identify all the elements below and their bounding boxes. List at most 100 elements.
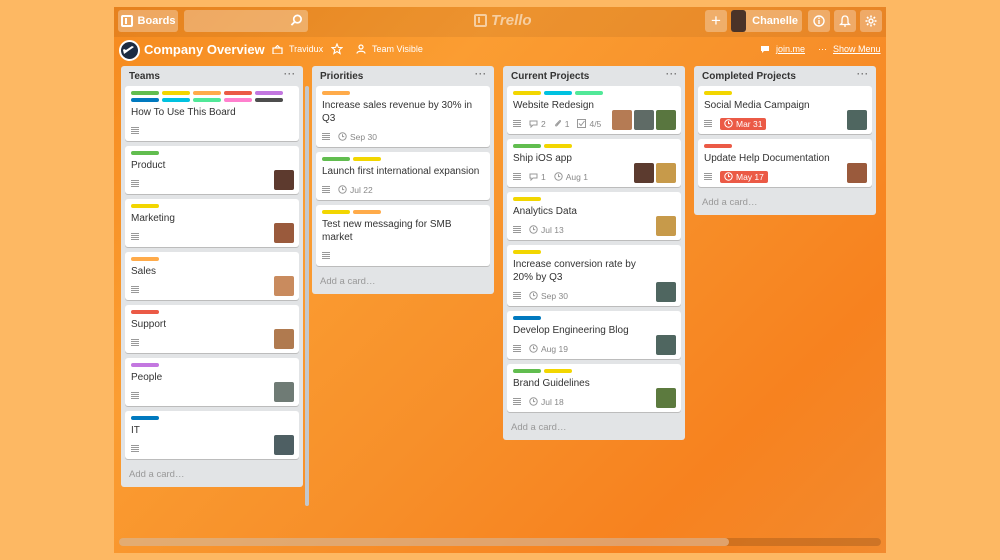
card[interactable]: Marketing bbox=[125, 199, 299, 247]
label-pink[interactable] bbox=[224, 98, 252, 102]
member-avatar[interactable] bbox=[847, 163, 867, 183]
add-button[interactable]: + bbox=[705, 10, 727, 32]
card[interactable]: Brand Guidelines Jul 18 bbox=[507, 364, 681, 412]
label-green[interactable] bbox=[513, 369, 541, 373]
card[interactable]: Analytics Data Jul 13 bbox=[507, 192, 681, 240]
member-avatar[interactable] bbox=[274, 276, 294, 296]
list-priorities[interactable]: Priorities ··· Increase sales revenue by 3… bbox=[312, 66, 494, 294]
label-yellow[interactable] bbox=[513, 250, 541, 254]
label-blue[interactable] bbox=[513, 316, 541, 320]
list-menu-icon[interactable]: ··· bbox=[857, 69, 869, 79]
label-sky[interactable] bbox=[544, 91, 572, 95]
label-purple[interactable] bbox=[131, 363, 159, 367]
label-green[interactable] bbox=[513, 144, 541, 148]
info-button[interactable] bbox=[808, 10, 830, 32]
card[interactable]: Update Help Documentation May 17 bbox=[698, 139, 872, 187]
member-avatar[interactable] bbox=[656, 110, 676, 130]
member-avatar[interactable] bbox=[274, 329, 294, 349]
label-red[interactable] bbox=[224, 91, 252, 95]
label-yellow[interactable] bbox=[544, 144, 572, 148]
label-purple[interactable] bbox=[255, 91, 283, 95]
card[interactable]: Ship iOS app 1 Aug 1 bbox=[507, 139, 681, 187]
card[interactable]: Launch first international expansion Jul … bbox=[316, 152, 490, 200]
list-title[interactable]: Current Projects bbox=[511, 71, 589, 82]
label-yellow[interactable] bbox=[131, 204, 159, 208]
add-card-button[interactable]: Add a card… bbox=[121, 464, 303, 487]
label-red[interactable] bbox=[131, 310, 159, 314]
add-card-button[interactable]: Add a card… bbox=[503, 417, 685, 440]
card[interactable]: Sales bbox=[125, 252, 299, 300]
label-green[interactable] bbox=[131, 91, 159, 95]
member-avatar[interactable] bbox=[656, 388, 676, 408]
user-menu-button[interactable]: Chanelle bbox=[731, 10, 802, 32]
label-yellow[interactable] bbox=[162, 91, 190, 95]
visibility-button[interactable]: Team Visible bbox=[356, 44, 423, 54]
card[interactable]: Test new messaging for SMB market bbox=[316, 205, 490, 266]
list-scrollbar[interactable] bbox=[305, 86, 309, 506]
member-avatar[interactable] bbox=[274, 382, 294, 402]
list-completed-projects[interactable]: Completed Projects ··· Social Media Campai… bbox=[694, 66, 876, 215]
label-blue[interactable] bbox=[131, 98, 159, 102]
label-blue[interactable] bbox=[131, 416, 159, 420]
label-yellow[interactable] bbox=[322, 210, 350, 214]
label-orange[interactable] bbox=[131, 257, 159, 261]
label-yellow[interactable] bbox=[353, 157, 381, 161]
label-green[interactable] bbox=[131, 151, 159, 155]
label-green[interactable] bbox=[322, 157, 350, 161]
board-title[interactable]: Company Overview bbox=[144, 42, 265, 57]
label-yellow[interactable] bbox=[704, 91, 732, 95]
label-sky[interactable] bbox=[162, 98, 190, 102]
search-input[interactable] bbox=[184, 10, 308, 32]
list-menu-icon[interactable]: ··· bbox=[284, 69, 296, 79]
label-lime[interactable] bbox=[575, 91, 603, 95]
list-header[interactable]: Teams ··· bbox=[121, 66, 303, 86]
label-black[interactable] bbox=[255, 98, 283, 102]
member-avatar[interactable] bbox=[274, 170, 294, 190]
add-card-button[interactable]: Add a card… bbox=[694, 192, 876, 215]
boards-button[interactable]: Boards bbox=[118, 10, 178, 32]
label-orange[interactable] bbox=[193, 91, 221, 95]
card[interactable]: Social Media Campaign Mar 31 bbox=[698, 86, 872, 134]
list-title[interactable]: Teams bbox=[129, 71, 160, 82]
show-menu-button[interactable]: ··· Show Menu bbox=[818, 44, 881, 54]
member-avatar[interactable] bbox=[656, 163, 676, 183]
member-avatar[interactable] bbox=[274, 223, 294, 243]
list-title[interactable]: Priorities bbox=[320, 71, 363, 82]
card[interactable]: Develop Engineering Blog Aug 19 bbox=[507, 311, 681, 359]
card[interactable]: Support bbox=[125, 305, 299, 353]
team-link[interactable]: Travidux bbox=[272, 44, 323, 54]
label-yellow[interactable] bbox=[513, 91, 541, 95]
card[interactable]: Increase sales revenue by 30% in Q3 Sep 3… bbox=[316, 86, 490, 147]
card[interactable]: IT bbox=[125, 411, 299, 459]
label-orange[interactable] bbox=[353, 210, 381, 214]
list-header[interactable]: Priorities ··· bbox=[312, 66, 494, 86]
joinme-button[interactable]: join.me bbox=[760, 44, 805, 54]
list-title[interactable]: Completed Projects bbox=[702, 71, 796, 82]
board-scrollbar-thumb[interactable] bbox=[119, 538, 729, 546]
list-current-projects[interactable]: Current Projects ··· Website Redesign 2 1 4/5… bbox=[503, 66, 685, 440]
card[interactable]: People bbox=[125, 358, 299, 406]
member-avatar[interactable] bbox=[612, 110, 632, 130]
list-header[interactable]: Current Projects ··· bbox=[503, 66, 685, 86]
member-avatar[interactable] bbox=[656, 216, 676, 236]
member-avatar[interactable] bbox=[656, 282, 676, 302]
list-teams[interactable]: Teams ··· How To Use This Board Product Mark… bbox=[121, 66, 309, 506]
label-yellow[interactable] bbox=[544, 369, 572, 373]
member-avatar[interactable] bbox=[634, 163, 654, 183]
board-scrollbar[interactable] bbox=[119, 538, 881, 546]
label-red[interactable] bbox=[704, 144, 732, 148]
card[interactable]: How To Use This Board bbox=[125, 86, 299, 141]
list-menu-icon[interactable]: ··· bbox=[475, 69, 487, 79]
add-card-button[interactable]: Add a card… bbox=[312, 271, 494, 294]
member-avatar[interactable] bbox=[274, 435, 294, 455]
label-yellow[interactable] bbox=[513, 197, 541, 201]
label-lime[interactable] bbox=[193, 98, 221, 102]
notifications-button[interactable] bbox=[834, 10, 856, 32]
trello-logo[interactable]: Trello bbox=[474, 12, 532, 29]
search-icon[interactable] bbox=[290, 14, 303, 27]
list-header[interactable]: Completed Projects ··· bbox=[694, 66, 876, 86]
label-orange[interactable] bbox=[322, 91, 350, 95]
member-avatar[interactable] bbox=[634, 110, 654, 130]
card[interactable]: Website Redesign 2 1 4/5 bbox=[507, 86, 681, 134]
settings-button[interactable] bbox=[860, 10, 882, 32]
